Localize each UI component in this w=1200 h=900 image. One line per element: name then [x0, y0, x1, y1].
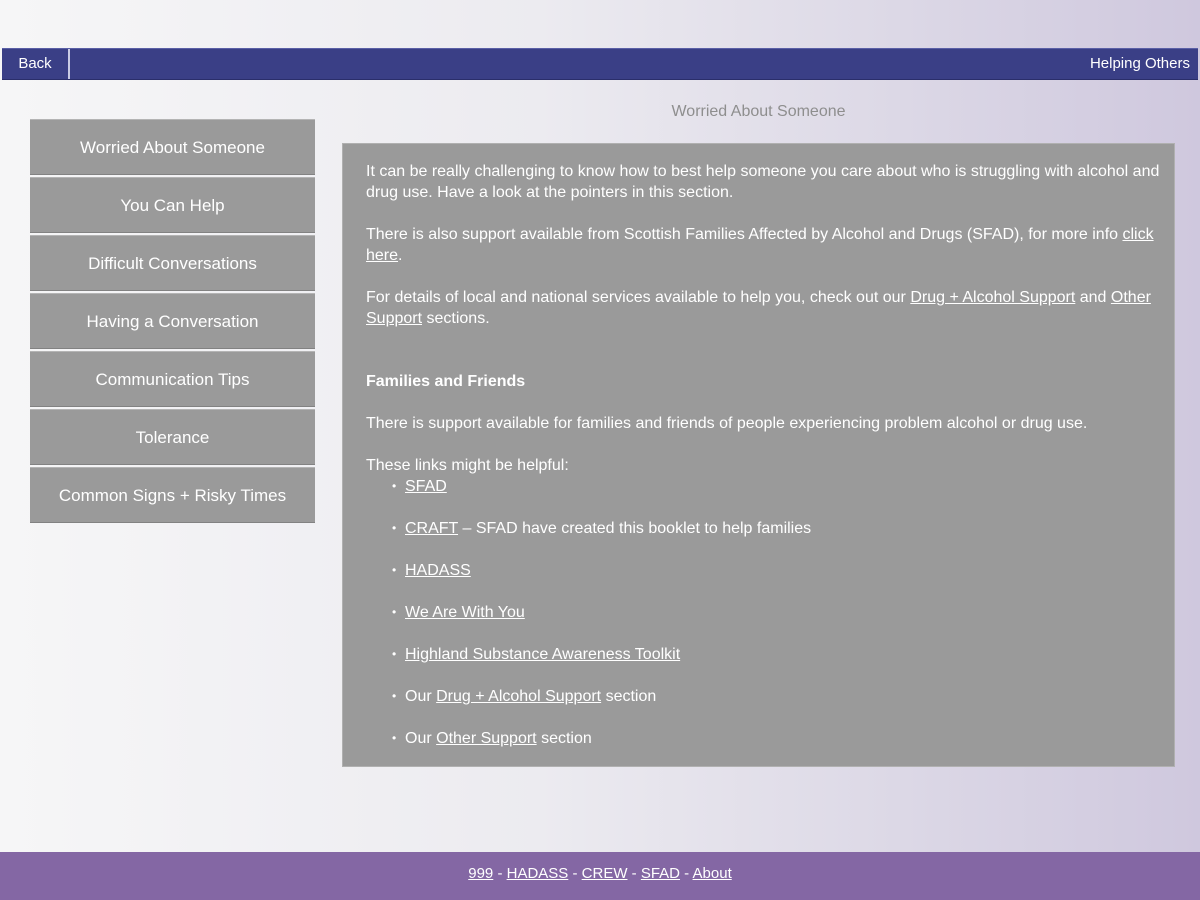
- footer-separator: -: [680, 865, 693, 882]
- sidebar-item-common-signs-risky-times[interactable]: Common Signs + Risky Times: [30, 467, 315, 523]
- list-item: • We Are With You: [392, 602, 1160, 623]
- services-paragraph-end: sections.: [422, 310, 490, 327]
- we-are-with-you-link[interactable]: We Are With You: [405, 604, 525, 621]
- families-friends-heading: Families and Friends: [366, 373, 526, 390]
- list-item-prefix: Our: [405, 688, 437, 705]
- sidebar-item-worried-about-someone[interactable]: Worried About Someone: [30, 119, 315, 175]
- hadass-link[interactable]: HADASS: [405, 562, 471, 579]
- sidebar-item-having-a-conversation[interactable]: Having a Conversation: [30, 293, 315, 349]
- list-item: • HADASS: [392, 560, 1160, 581]
- craft-link[interactable]: CRAFT: [405, 520, 458, 537]
- sfad-paragraph-text: There is also support available from Sco…: [366, 226, 1123, 243]
- footer-separator: -: [627, 865, 641, 882]
- bullet-icon: •: [392, 647, 397, 661]
- sidebar-item-difficult-conversations[interactable]: Difficult Conversations: [30, 235, 315, 291]
- drug-alcohol-support-section-link[interactable]: Drug + Alcohol Support: [436, 688, 601, 705]
- bullet-icon: •: [392, 479, 397, 493]
- list-item: • Our Drug + Alcohol Support section: [392, 686, 1160, 707]
- list-item: • SFAD: [392, 476, 1160, 497]
- footer-link-sfad[interactable]: SFAD: [641, 865, 680, 882]
- craft-description: – SFAD have created this booklet to help…: [458, 520, 812, 537]
- list-item-suffix: section: [536, 730, 592, 747]
- footer-link-999[interactable]: 999: [468, 865, 493, 882]
- list-item-suffix: section: [601, 688, 657, 705]
- families-paragraph: There is support available for families …: [366, 415, 1088, 432]
- sidebar-menu: Worried About Someone You Can Help Diffi…: [30, 119, 315, 525]
- bullet-icon: •: [392, 563, 397, 577]
- list-item: • Our Other Support section: [392, 728, 1160, 749]
- footer-link-crew[interactable]: CREW: [582, 865, 628, 882]
- sidebar-item-tolerance[interactable]: Tolerance: [30, 409, 315, 465]
- footer-link-about[interactable]: About: [693, 865, 732, 882]
- drug-alcohol-support-link[interactable]: Drug + Alcohol Support: [910, 289, 1075, 306]
- footer-bar: 999 - HADASS - CREW - SFAD - About: [0, 852, 1200, 900]
- bullet-icon: •: [392, 689, 397, 703]
- list-item: • CRAFT – SFAD have created this booklet …: [392, 518, 1160, 539]
- sfad-paragraph: There is also support available from Sco…: [366, 224, 1160, 266]
- services-paragraph-and: and: [1075, 289, 1111, 306]
- footer-separator: -: [568, 865, 582, 882]
- services-paragraph: For details of local and national servic…: [366, 287, 1160, 329]
- back-button[interactable]: Back: [2, 49, 70, 79]
- section-title: Helping Others: [1089, 55, 1190, 72]
- bullet-icon: •: [392, 521, 397, 535]
- footer-link-hadass[interactable]: HADASS: [507, 865, 569, 882]
- sfad-link[interactable]: SFAD: [405, 478, 447, 495]
- intro-paragraph: It can be really challenging to know how…: [366, 163, 1160, 201]
- bullet-icon: •: [392, 731, 397, 745]
- top-nav-bar: Back Helping Others: [2, 48, 1198, 80]
- helpful-links-list: • SFAD • CRAFT – SFAD have created this bo…: [366, 476, 1160, 749]
- footer-separator: -: [493, 865, 507, 882]
- links-intro: These links might be helpful:: [366, 457, 569, 474]
- sidebar-item-you-can-help[interactable]: You Can Help: [30, 177, 315, 233]
- content-panel: It can be really challenging to know how…: [342, 143, 1175, 767]
- list-item-prefix: Our: [405, 730, 437, 747]
- page-title: Worried About Someone: [671, 103, 846, 120]
- list-item: • Highland Substance Awareness Toolkit: [392, 644, 1160, 665]
- sidebar-item-communication-tips[interactable]: Communication Tips: [30, 351, 315, 407]
- bullet-icon: •: [392, 605, 397, 619]
- highland-toolkit-link[interactable]: Highland Substance Awareness Toolkit: [405, 646, 680, 663]
- other-support-section-link[interactable]: Other Support: [436, 730, 537, 747]
- sfad-paragraph-end: .: [398, 247, 403, 264]
- services-paragraph-text: For details of local and national servic…: [366, 289, 911, 306]
